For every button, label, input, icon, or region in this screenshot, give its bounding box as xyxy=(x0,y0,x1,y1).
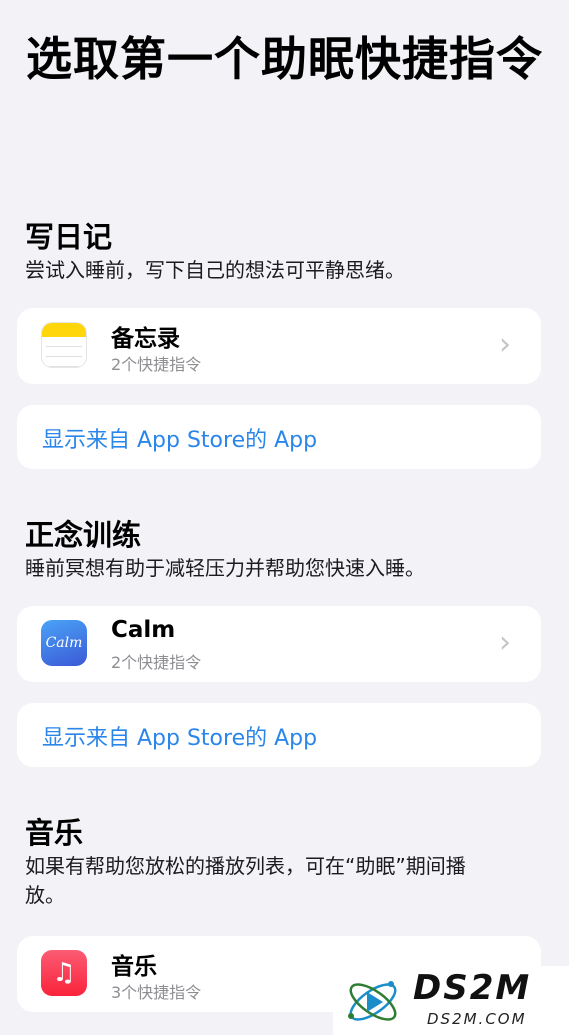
app-name: Calm xyxy=(111,617,176,643)
section-desc-mindfulness: 睡前冥想有助于减轻压力并帮助您快速入睡。 xyxy=(25,556,425,580)
app-name: 音乐 xyxy=(111,954,157,980)
chevron-right-icon: › xyxy=(499,625,511,660)
notes-icon xyxy=(41,322,87,368)
watermark-title: DS2M xyxy=(413,968,532,1008)
watermark: DS2M DS2M.COM xyxy=(333,966,569,1035)
calm-icon: Calm xyxy=(41,620,87,666)
app-row-notes[interactable]: 备忘录 2个快捷指令 › xyxy=(17,308,541,384)
link-label: 显示来自 App Store的 App xyxy=(42,726,318,751)
section-title-mindfulness: 正念训练 xyxy=(25,518,142,552)
link-label: 显示来自 App Store的 App xyxy=(42,428,318,453)
show-app-store-apps-link[interactable]: 显示来自 App Store的 App xyxy=(17,703,541,767)
app-shortcut-count: 2个快捷指令 xyxy=(111,653,202,672)
app-shortcut-count: 2个快捷指令 xyxy=(111,355,202,374)
chevron-right-icon: › xyxy=(499,327,511,362)
app-name: 备忘录 xyxy=(111,326,180,352)
app-row-calm[interactable]: Calm Calm 2个快捷指令 › xyxy=(17,606,541,682)
page-title: 选取第一个助眠快捷指令 xyxy=(26,32,543,86)
section-desc-journal: 尝试入睡前，写下自己的想法可平静思绪。 xyxy=(25,258,405,282)
app-shortcut-count: 3个快捷指令 xyxy=(111,983,202,1002)
ds2m-logo-icon xyxy=(348,981,397,1021)
music-note-icon: ♫ xyxy=(41,950,87,996)
watermark-subtitle: DS2M.COM xyxy=(427,1010,527,1028)
section-title-music: 音乐 xyxy=(25,816,84,850)
section-desc-music: 如果有帮助您放松的播放列表，可在“助眠”期间播放。 xyxy=(25,854,466,907)
section-title-journal: 写日记 xyxy=(25,220,113,254)
show-app-store-apps-link[interactable]: 显示来自 App Store的 App xyxy=(17,405,541,469)
